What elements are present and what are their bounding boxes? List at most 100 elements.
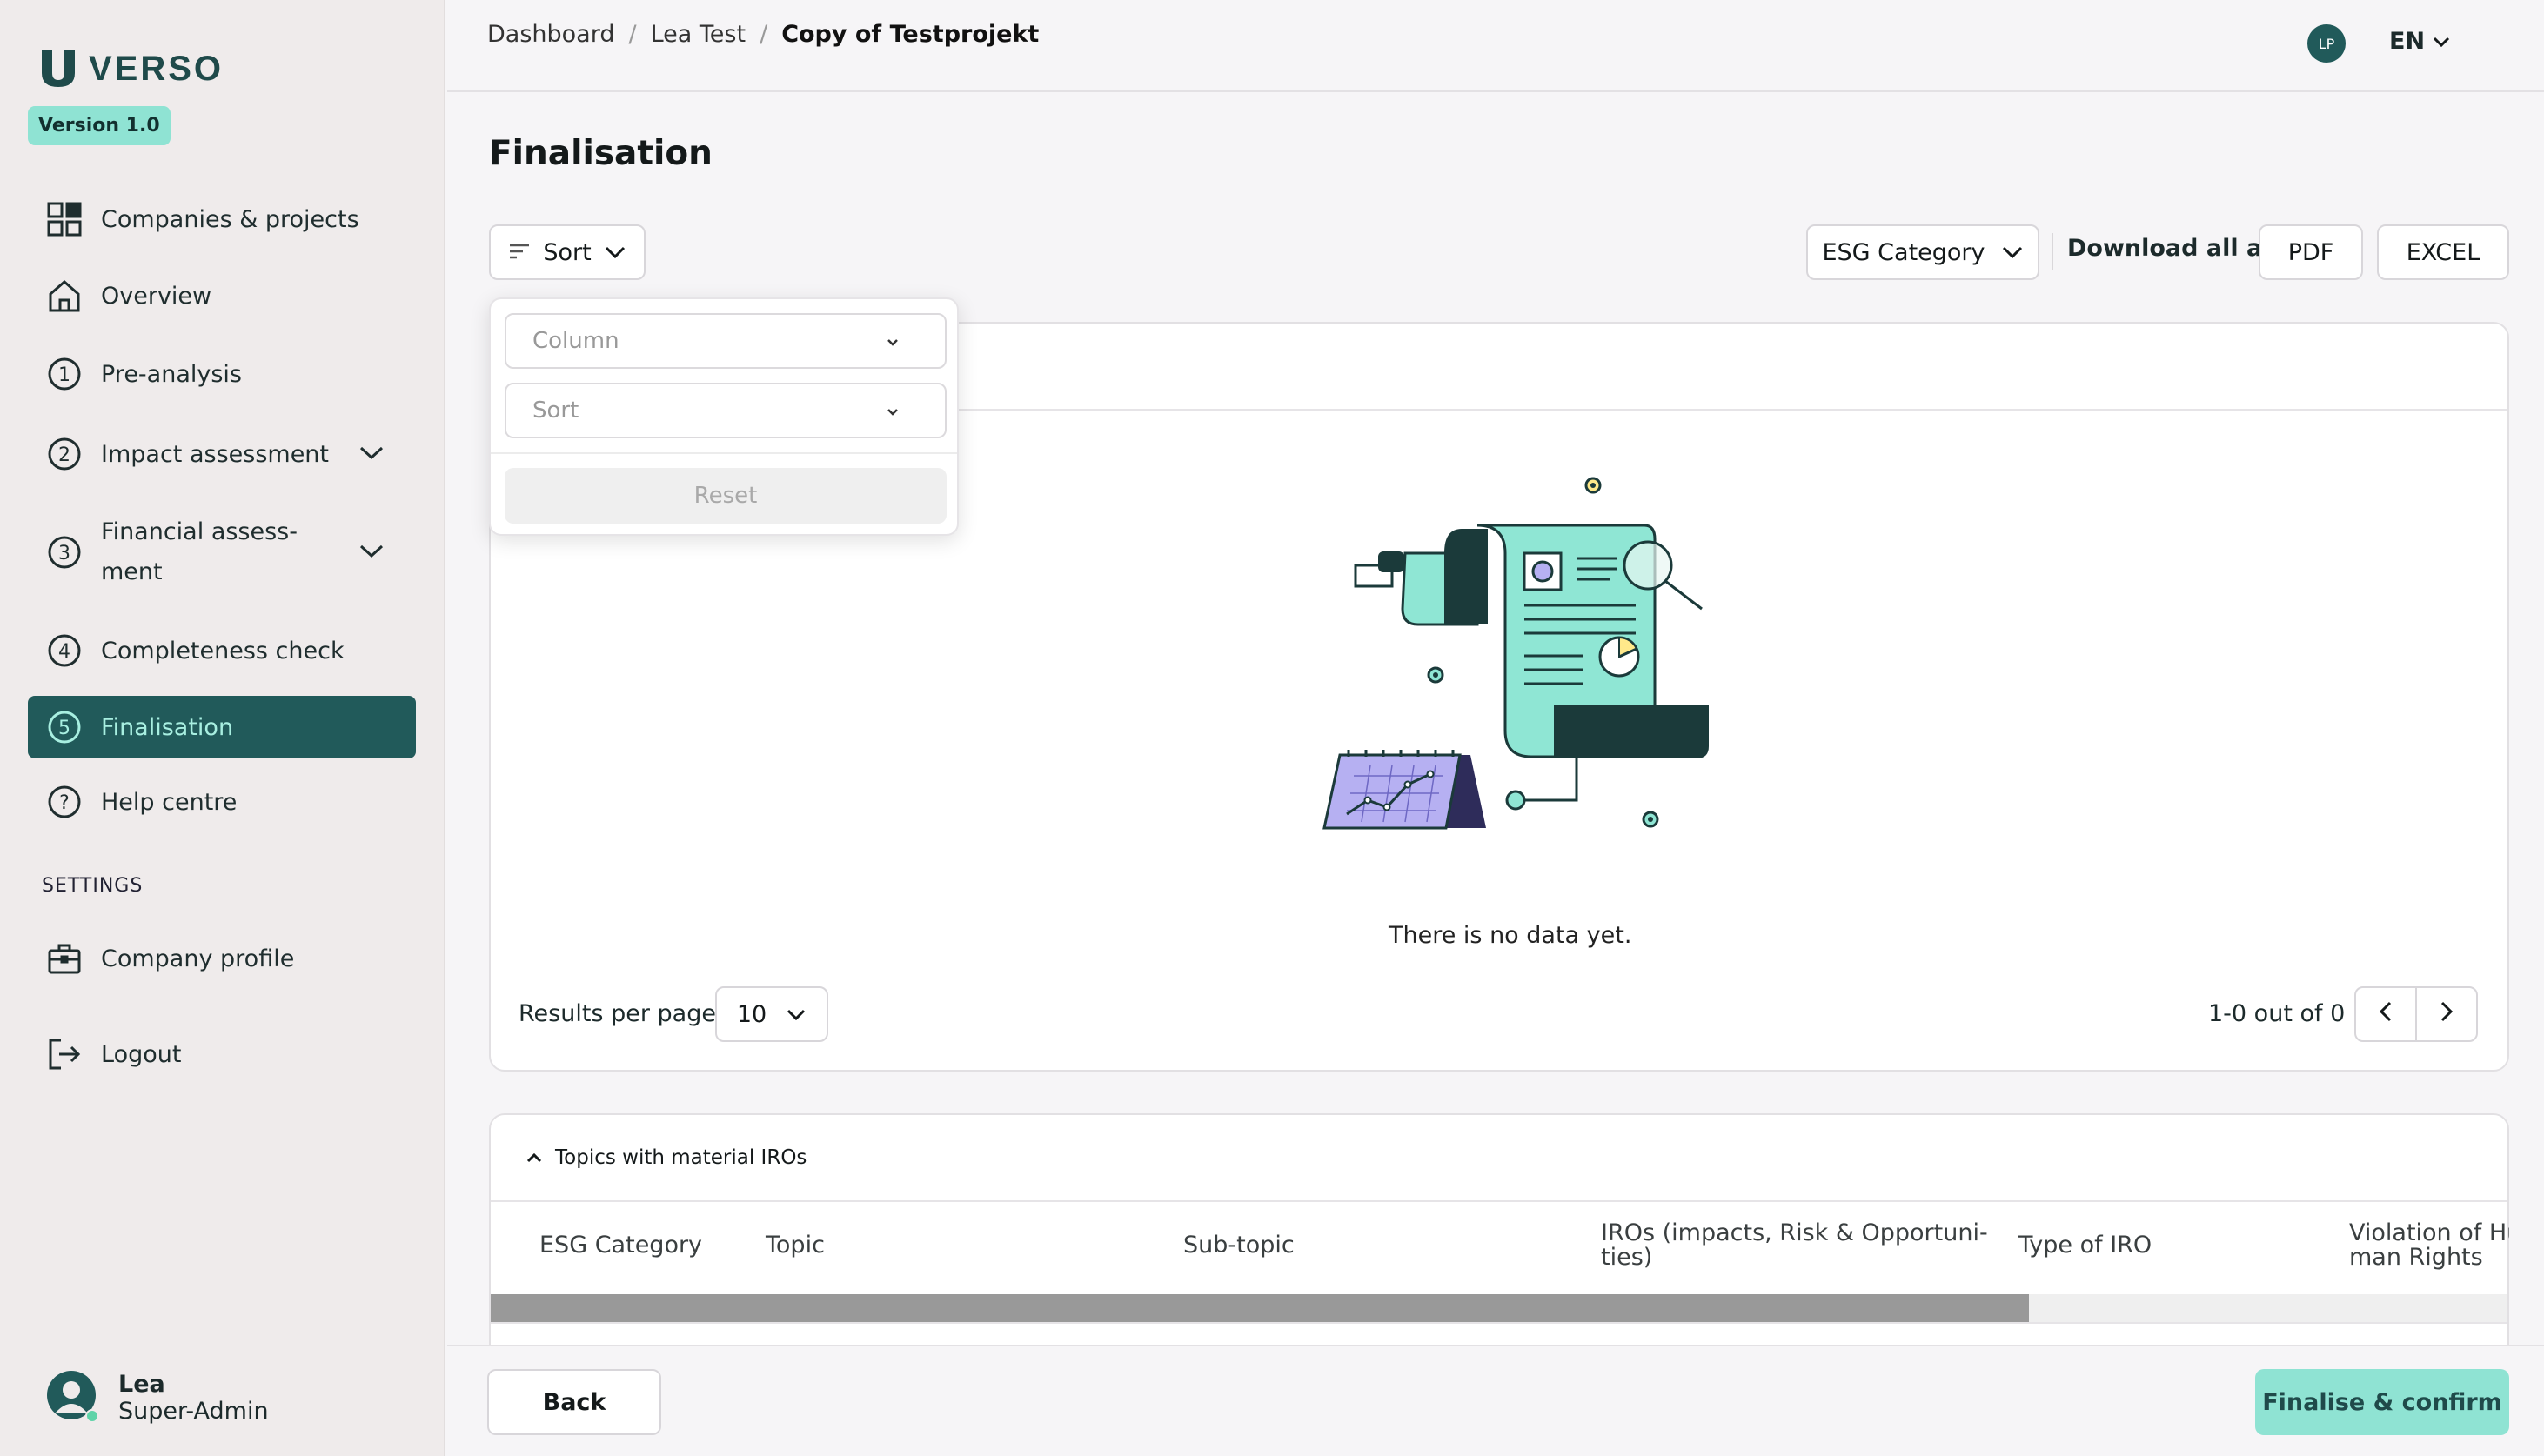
sort-button[interactable]: Sort (489, 224, 646, 280)
material-topics-title: Topics with material IROs (555, 1146, 807, 1169)
prev-page-button[interactable] (2354, 986, 2417, 1042)
chevron-down-icon (886, 397, 900, 424)
table-row-divider (491, 1322, 2507, 1324)
footer-bar (447, 1345, 2544, 1456)
step-1-icon: 1 (45, 355, 84, 393)
sidebar-item-pre-analysis[interactable]: 1 Pre-analysis (28, 351, 416, 397)
sort-button-label: Sort (543, 238, 592, 266)
reset-button[interactable]: Reset (505, 468, 947, 524)
dropdown-divider (491, 452, 957, 454)
chevron-down-icon[interactable] (358, 441, 385, 468)
page-title: Finalisation (489, 134, 713, 173)
sidebar-item-overview[interactable]: Overview (28, 273, 416, 318)
column-header-sub-topic[interactable]: Sub-topic (1183, 1233, 1295, 1258)
finalise-confirm-button[interactable]: Finalise & confirm (2255, 1369, 2509, 1435)
sidebar-item-help-centre[interactable]: ? Help centre (28, 779, 416, 825)
chevron-down-icon (786, 1001, 807, 1028)
settings-heading: SETTINGS (42, 875, 144, 897)
next-page-button[interactable] (2415, 986, 2478, 1042)
back-button[interactable]: Back (487, 1369, 661, 1435)
esg-category-value: ESG Category (1822, 238, 1985, 266)
user-profile[interactable]: Lea Super-Admin (45, 1369, 269, 1426)
chevron-down-icon (2001, 239, 2024, 266)
home-icon (45, 277, 84, 315)
column-header-type-of-iro[interactable]: Type of IRO (2018, 1233, 2152, 1258)
sidebar-item-label: Finalisation (101, 713, 234, 741)
chevron-right-icon (2439, 1000, 2454, 1029)
excel-button[interactable]: EXCEL (2377, 224, 2509, 280)
chevron-down-icon (604, 239, 626, 266)
svg-text:1: 1 (58, 364, 70, 386)
step-5-icon: 5 (45, 708, 84, 746)
horizontal-scrollbar-thumb[interactable] (491, 1294, 2029, 1322)
language-selector[interactable]: EN (2389, 28, 2451, 55)
sidebar-item-label: Financial assess- ment (101, 518, 298, 585)
chevron-down-icon (886, 328, 900, 354)
breadcrumb-dashboard[interactable]: Dashboard (487, 21, 614, 48)
svg-text:4: 4 (58, 641, 70, 663)
breadcrumb: Dashboard / Lea Test / Copy of Testproje… (487, 21, 1039, 48)
column-header-iros[interactable]: IROs (impacts, Risk & Opportuni- ties) (1601, 1221, 1988, 1270)
logout-icon (45, 1035, 84, 1073)
toolbar-divider (2052, 233, 2053, 270)
horizontal-scrollbar-track[interactable] (491, 1294, 2507, 1322)
briefcase-icon (45, 939, 84, 978)
column-header-violation-human-rights[interactable]: Violation of Hu man Rights (2349, 1221, 2509, 1270)
step-2-icon: 2 (45, 435, 84, 473)
column-header-topic[interactable]: Topic (766, 1233, 825, 1258)
svg-text:3: 3 (58, 543, 70, 564)
svg-text:2: 2 (58, 444, 70, 466)
sidebar-item-completeness-check[interactable]: 4 Completeness check (28, 628, 416, 673)
pdf-button[interactable]: PDF (2259, 224, 2363, 280)
help-icon: ? (45, 783, 84, 821)
logout-label: Logout (101, 1040, 182, 1068)
results-per-page-value: 10 (736, 1000, 767, 1028)
results-per-page-label: Results per page (519, 1000, 716, 1027)
sort-dropdown-panel: Column Sort Reset (489, 297, 959, 536)
material-topics-toggle[interactable]: Topics with material IROs (526, 1146, 807, 1169)
sidebar-item-finalisation[interactable]: 5 Finalisation (28, 696, 416, 758)
avatar (45, 1369, 99, 1426)
sidebar: VERSO Version 1.0 Companies & projects O… (0, 0, 445, 1456)
svg-text:5: 5 (58, 718, 70, 739)
user-role: Super-Admin (118, 1398, 269, 1425)
empty-state-illustration (1322, 477, 1709, 830)
breadcrumb-current: Copy of Testprojekt (781, 21, 1040, 48)
logout-button[interactable]: Logout (28, 1032, 416, 1077)
svg-text:?: ? (59, 792, 70, 814)
user-avatar-button[interactable]: LP (2307, 24, 2346, 63)
chevron-up-icon (526, 1146, 543, 1169)
sidebar-item-impact-assessment[interactable]: 2 Impact assessment (28, 431, 416, 477)
sidebar-item-label: Impact assessment (101, 440, 329, 468)
sort-order-select[interactable]: Sort (505, 383, 947, 438)
sidebar-item-label: Companies & projects (101, 205, 359, 233)
version-badge: Version 1.0 (28, 106, 171, 145)
verso-logo[interactable]: VERSO (40, 49, 224, 89)
esg-category-select[interactable]: ESG Category (1806, 224, 2039, 280)
sidebar-item-label: Company profile (101, 945, 295, 972)
card-header-divider (491, 1200, 2507, 1202)
language-value: EN (2389, 28, 2426, 55)
grid-icon (45, 200, 84, 238)
app-name: VERSO (89, 49, 224, 88)
chevron-down-icon[interactable] (358, 539, 385, 566)
column-header-esg-category[interactable]: ESG Category (539, 1233, 702, 1258)
empty-state-message: There is no data yet. (1389, 922, 1632, 949)
breadcrumb-lea-test[interactable]: Lea Test (651, 21, 746, 48)
sidebar-item-companies-projects[interactable]: Companies & projects (28, 197, 416, 242)
results-per-page-select[interactable]: 10 (715, 986, 828, 1042)
sidebar-item-label: Completeness check (101, 637, 345, 665)
sort-lines-icon (508, 239, 531, 266)
sidebar-item-financial-assessment[interactable]: 3 Financial assess- ment (28, 513, 416, 591)
chevron-left-icon (2378, 1000, 2393, 1029)
breadcrumb-separator: / (760, 21, 768, 48)
verso-logo-icon (42, 50, 75, 87)
sidebar-item-label: Help centre (101, 788, 238, 816)
download-label: Download all as (2067, 235, 2277, 262)
step-3-icon: 3 (45, 533, 84, 571)
step-4-icon: 4 (45, 631, 84, 670)
column-select[interactable]: Column (505, 313, 947, 369)
column-select-placeholder: Column (532, 328, 619, 354)
sidebar-item-label: Pre-analysis (101, 360, 242, 388)
sidebar-item-company-profile[interactable]: Company profile (28, 936, 416, 981)
